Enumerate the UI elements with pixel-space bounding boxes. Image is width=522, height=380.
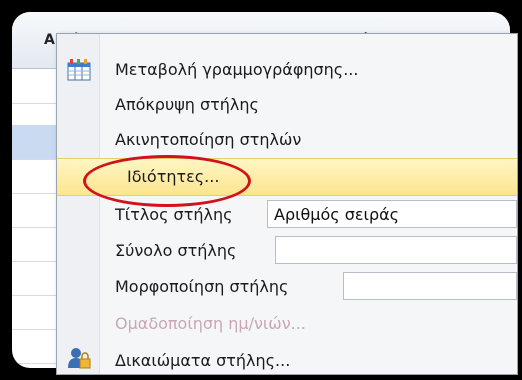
column-format-field[interactable]: [343, 272, 517, 300]
menu-item-label: Ιδιότητες...: [127, 167, 220, 186]
menu-item-freeze-columns[interactable]: Ακινητοποίηση στηλών: [57, 122, 517, 158]
user-lock-icon: [67, 347, 91, 369]
menu-item-group-dates[interactable]: Ομαδοποίηση ημ/νιών...: [57, 306, 517, 342]
menu-item-column-total: Σύνολο στήλης: [57, 233, 517, 269]
table-layout-icon: [67, 59, 91, 81]
column-total-select[interactable]: [275, 236, 517, 264]
menu-item-label: Απόκρυψη στήλης: [115, 95, 259, 114]
menu-item-column-permissions[interactable]: Δικαιώματα στήλης...: [57, 343, 517, 379]
column-title-field[interactable]: Αριθμός σειράς: [267, 200, 517, 228]
menu-item-hide-column[interactable]: Απόκρυψη στήλης: [57, 87, 517, 123]
column-title-label: Τίτλος στήλης: [115, 205, 233, 224]
menu-item-label: Ομαδοποίηση ημ/νιών...: [115, 314, 306, 333]
menu-item-properties[interactable]: Ιδιότητες...: [57, 158, 517, 196]
context-menu: Μεταβολή γραμμογράφησης... Απόκρυψη στήλ…: [56, 33, 518, 375]
menu-item-label: Μεταβολή γραμμογράφησης...: [115, 60, 359, 79]
menu-item-label: Ακινητοποίηση στηλών: [115, 130, 302, 149]
menu-item-column-format: Μορφοποίηση στήλης: [57, 269, 517, 305]
menu-item-edit-layout[interactable]: Μεταβολή γραμμογράφησης...: [57, 52, 517, 88]
column-total-label: Σύνολο στήλης: [115, 241, 237, 260]
menu-item-column-title: Τίτλος στήλης Αριθμός σειράς: [57, 197, 517, 233]
column-format-label: Μορφοποίηση στήλης: [115, 277, 289, 296]
menu-item-label: Δικαιώματα στήλης...: [115, 351, 291, 370]
